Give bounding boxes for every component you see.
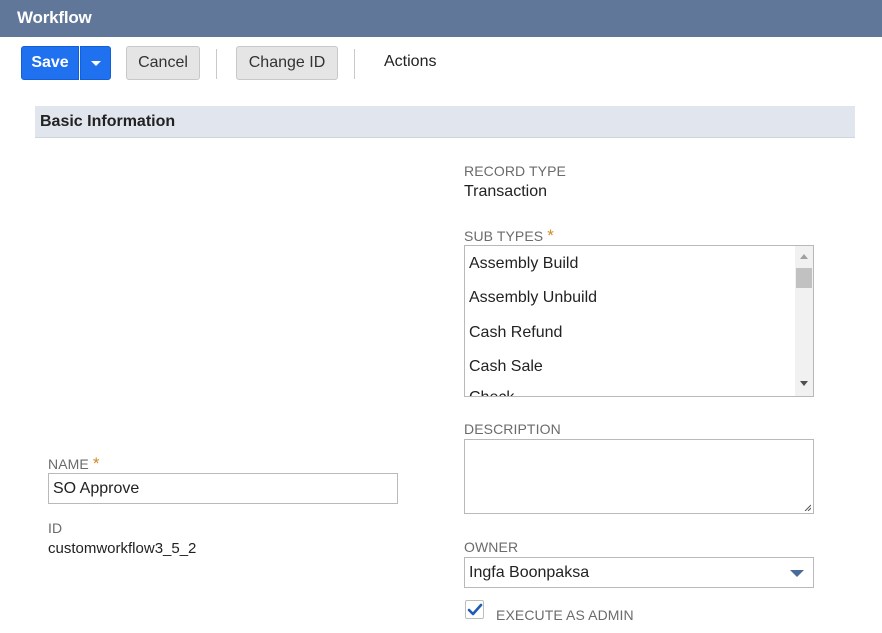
- chevron-down-icon: [91, 61, 101, 66]
- toolbar-divider: [354, 49, 355, 79]
- list-item[interactable]: Assembly Unbuild: [469, 289, 597, 307]
- page-title: Workflow: [17, 8, 92, 27]
- section-header-basic-information[interactable]: Basic Information: [35, 106, 855, 138]
- check-icon: [467, 603, 483, 616]
- list-item[interactable]: Assembly Build: [469, 255, 578, 273]
- required-marker: *: [547, 226, 554, 245]
- title-bar: Workflow: [0, 0, 882, 37]
- description-textarea[interactable]: [464, 439, 814, 514]
- id-label: ID: [48, 520, 63, 536]
- execute-as-admin-checkbox[interactable]: [465, 600, 484, 619]
- cancel-button[interactable]: Cancel: [126, 46, 200, 80]
- name-label: NAME *: [48, 454, 100, 473]
- list-item[interactable]: Check: [469, 389, 514, 396]
- resize-handle-icon[interactable]: [803, 503, 811, 511]
- id-value: customworkflow3_5_2: [48, 540, 197, 557]
- execute-as-admin-label: EXECUTE AS ADMIN: [496, 607, 634, 623]
- sub-types-label: SUB TYPES *: [464, 226, 554, 245]
- scroll-thumb[interactable]: [796, 268, 812, 288]
- save-button[interactable]: Save: [21, 46, 79, 80]
- owner-label: OWNER: [464, 539, 519, 555]
- change-id-button[interactable]: Change ID: [236, 46, 338, 80]
- listbox-scrollbar[interactable]: [795, 246, 813, 396]
- owner-select[interactable]: Ingfa Boonpaksa: [464, 557, 814, 588]
- toolbar-divider: [216, 49, 217, 79]
- record-type-label: RECORD TYPE: [464, 163, 566, 179]
- description-label: DESCRIPTION: [464, 421, 561, 437]
- actions-menu[interactable]: Actions: [384, 53, 436, 71]
- owner-selected-value: Ingfa Boonpaksa: [469, 564, 590, 581]
- name-input[interactable]: SO Approve: [48, 473, 398, 504]
- section-title: Basic Information: [40, 113, 176, 130]
- save-menu-button[interactable]: [80, 46, 111, 80]
- sub-types-listbox[interactable]: Assembly Build Assembly Unbuild Cash Ref…: [464, 245, 814, 397]
- caret-down-icon[interactable]: [790, 570, 804, 577]
- required-marker: *: [92, 454, 100, 473]
- list-item[interactable]: Cash Sale: [469, 358, 543, 376]
- scroll-up-icon[interactable]: [800, 254, 808, 259]
- record-type-value: Transaction: [464, 183, 547, 200]
- list-item[interactable]: Cash Refund: [469, 324, 562, 342]
- toolbar: Save Cancel Change ID Actions: [0, 37, 882, 89]
- scroll-down-icon[interactable]: [800, 381, 808, 386]
